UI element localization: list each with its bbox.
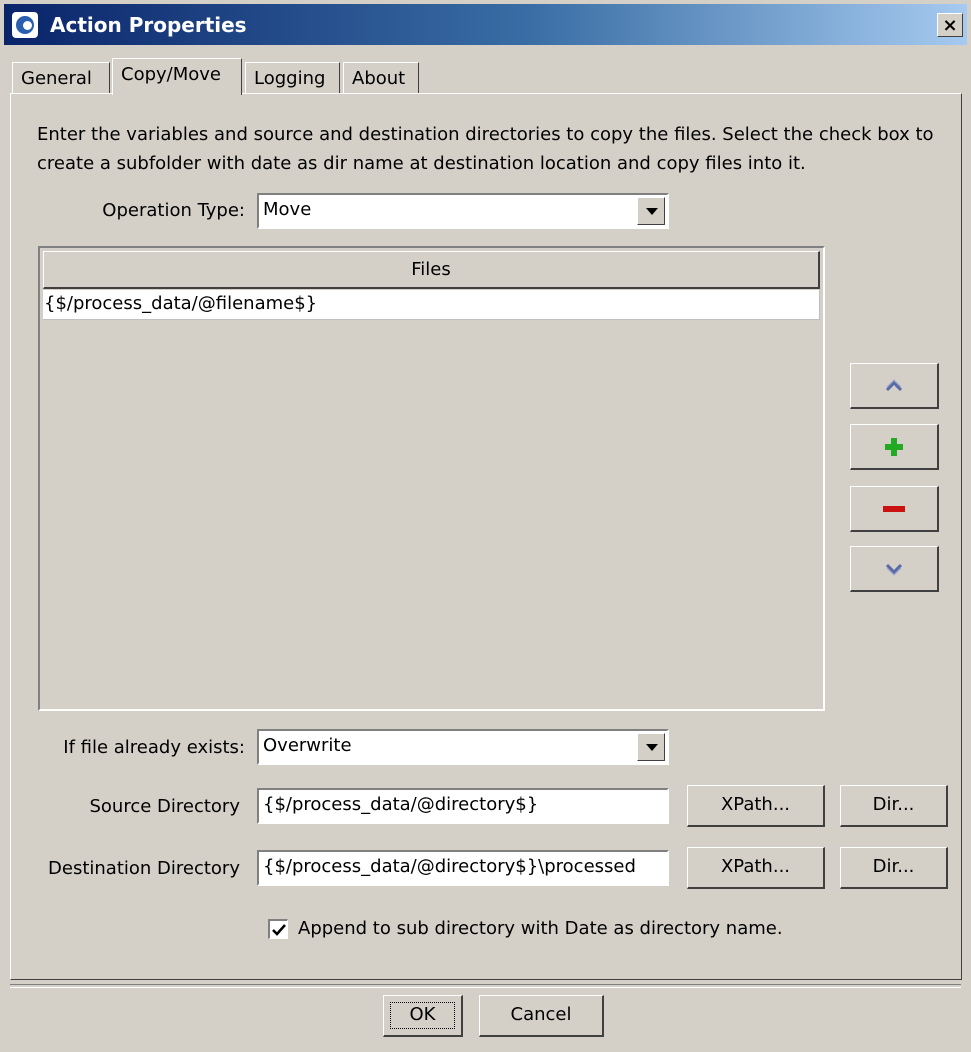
tab-general[interactable]: General (12, 62, 110, 94)
operation-type-select[interactable]: Move (257, 193, 669, 229)
move-up-button[interactable] (850, 363, 939, 409)
checkmark-icon (272, 924, 286, 936)
table-row[interactable]: {$/process_data/@filename$} (43, 290, 820, 320)
cancel-button[interactable]: Cancel (479, 995, 604, 1037)
focus-ring (390, 1002, 455, 1029)
source-directory-label: Source Directory (89, 796, 240, 817)
destination-dir-button[interactable]: Dir... (840, 847, 948, 889)
footer-separator (10, 984, 961, 988)
chevron-down-icon[interactable] (637, 197, 665, 225)
tab-about[interactable]: About (343, 62, 419, 94)
if-exists-value: Overwrite (263, 735, 352, 756)
chevron-down-icon[interactable] (637, 733, 665, 761)
if-exists-label: If file already exists: (63, 737, 245, 758)
action-properties-dialog: Action Properties × General Copy/Move Lo… (0, 0, 971, 1052)
title-bar[interactable]: Action Properties × (4, 4, 967, 45)
app-icon (12, 12, 38, 38)
close-button[interactable]: × (937, 13, 963, 37)
destination-directory-input[interactable]: {$/process_data/@directory$}\processed (257, 850, 669, 886)
files-column-header[interactable]: Files (43, 251, 820, 289)
if-exists-select[interactable]: Overwrite (257, 729, 669, 765)
add-file-button[interactable] (850, 424, 939, 470)
source-dir-button[interactable]: Dir... (840, 785, 948, 827)
files-table: Files {$/process_data/@filename$} (38, 246, 825, 711)
destination-xpath-button[interactable]: XPath... (687, 847, 825, 889)
source-xpath-button[interactable]: XPath... (687, 785, 825, 827)
chevron-down-icon (885, 563, 903, 576)
append-date-label: Append to sub directory with Date as dir… (298, 918, 783, 939)
chevron-up-icon (885, 378, 903, 391)
destination-directory-label: Destination Directory (48, 858, 240, 879)
plus-icon (885, 437, 903, 456)
operation-type-value: Move (263, 199, 312, 220)
move-down-button[interactable] (850, 546, 939, 592)
instructions-text: Enter the variables and source and desti… (37, 124, 934, 174)
tab-logging[interactable]: Logging (245, 62, 340, 94)
minus-icon (883, 505, 905, 512)
window-title: Action Properties (50, 13, 247, 37)
source-directory-input[interactable]: {$/process_data/@directory$} (257, 788, 669, 824)
append-date-checkbox[interactable] (268, 919, 288, 939)
remove-file-button[interactable] (850, 486, 939, 532)
operation-type-label: Operation Type: (102, 200, 245, 221)
tab-copy-move[interactable]: Copy/Move (112, 58, 242, 95)
ok-button[interactable]: OK (383, 995, 463, 1037)
